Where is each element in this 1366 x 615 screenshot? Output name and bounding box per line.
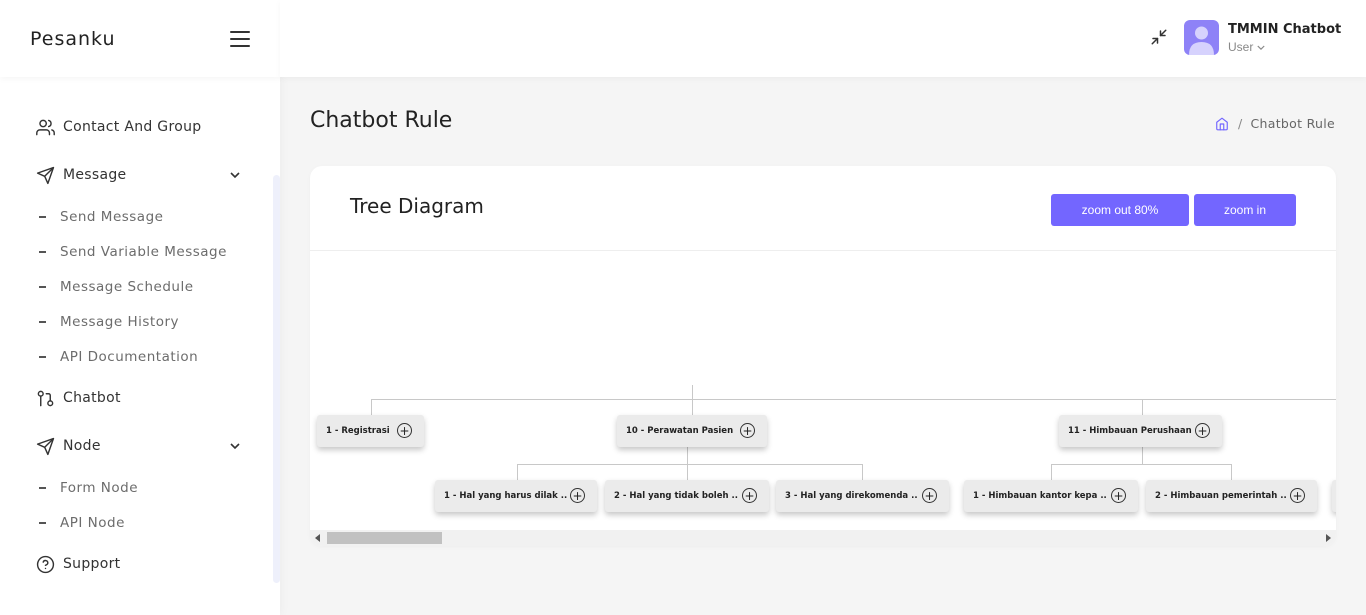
tree-node[interactable]: 10 - Perawatan Pasien + (617, 415, 767, 447)
home-icon[interactable] (1215, 117, 1229, 131)
tree-connector (1142, 446, 1143, 464)
expand-plus-icon[interactable]: + (742, 488, 757, 503)
tree-connector (687, 446, 688, 464)
zoom-out-button[interactable]: zoom out 80% (1051, 194, 1189, 226)
tree-connector (517, 464, 518, 480)
zoom-in-button[interactable]: zoom in (1194, 194, 1296, 226)
tree-node[interactable]: 2 - Himbauan pemerintah .. + (1146, 480, 1317, 512)
sidebar-subitem-send-variable-message[interactable]: Send Variable Message (0, 234, 280, 269)
sidebar-item-node[interactable]: Node (0, 422, 280, 470)
sidebar-item-message[interactable]: Message (0, 151, 280, 199)
horizontal-scrollbar[interactable] (310, 530, 1336, 546)
expand-plus-icon[interactable]: + (570, 488, 585, 503)
send-icon (35, 436, 55, 456)
tree-connector (692, 399, 693, 415)
chevron-down-icon (230, 443, 240, 450)
users-icon (35, 117, 55, 137)
sidebar-item-support[interactable]: Support (0, 540, 280, 588)
avatar[interactable] (1184, 20, 1219, 55)
sidebar-subitem-api-node[interactable]: API Node (0, 505, 280, 540)
expand-plus-icon[interactable]: + (922, 488, 937, 503)
tree-connector (862, 464, 863, 480)
breadcrumb: / Chatbot Rule (1215, 116, 1335, 131)
git-pull-request-icon (35, 388, 55, 408)
tree-node[interactable]: 1 - Himbauan kantor kepa .. + (964, 480, 1138, 512)
sidebar-subitem-api-documentation[interactable]: API Documentation (0, 339, 280, 374)
sidebar-item-label: Support (63, 556, 121, 572)
chevron-down-icon (1257, 45, 1265, 51)
tree-connector (1051, 464, 1231, 465)
expand-plus-icon[interactable]: + (1195, 423, 1210, 438)
sidebar-item-label: Message (63, 167, 127, 183)
user-role-dropdown[interactable]: User (1228, 40, 1265, 54)
tree-connector (517, 464, 862, 465)
expand-plus-icon[interactable]: + (1290, 488, 1305, 503)
tree-node[interactable]: 11 - Himbauan Perushaan + (1059, 415, 1222, 447)
tree-connector (687, 464, 688, 480)
chevron-down-icon (230, 172, 240, 179)
tree-node[interactable] (1332, 480, 1336, 512)
send-icon (35, 165, 55, 185)
help-circle-icon (35, 554, 55, 574)
sidebar-item-label: Node (63, 438, 101, 454)
page-title: Chatbot Rule (310, 108, 453, 133)
sidebar-item-contact-and-group[interactable]: Contact And Group (0, 103, 280, 151)
tree-node[interactable]: 1 - Registrasi + (317, 415, 424, 447)
top-header: TMMIN Chatbot User (280, 0, 1366, 77)
card-title: Tree Diagram (350, 194, 484, 218)
breadcrumb-current: Chatbot Rule (1250, 116, 1335, 131)
tree-node[interactable]: 2 - Hal yang tidak boleh .. + (605, 480, 769, 512)
sidebar-item-label: Contact And Group (63, 119, 202, 135)
tree-node[interactable]: 1 - Hal yang harus dilak .. + (435, 480, 597, 512)
expand-plus-icon[interactable]: + (397, 423, 412, 438)
tree-node[interactable]: 3 - Hal yang direkomenda .. + (776, 480, 949, 512)
expand-plus-icon[interactable]: + (1111, 488, 1126, 503)
scroll-right-arrow-icon[interactable] (1326, 534, 1331, 542)
tree-connector (692, 385, 693, 399)
tree-diagram-card: Tree Diagram zoom out 80% zoom in 1 - Re… (310, 166, 1336, 546)
sidebar-subitem-message-schedule[interactable]: Message Schedule (0, 269, 280, 304)
sidebar-item-label: Chatbot (63, 390, 121, 406)
tree-connector (371, 399, 1336, 400)
sidebar-nav: Contact And Group Message Send Message S… (0, 77, 280, 588)
tree-diagram: 1 - Registrasi + 10 - Perawatan Pasien +… (310, 252, 1336, 530)
expand-plus-icon[interactable]: + (740, 423, 755, 438)
sidebar-scrollbar[interactable] (273, 175, 280, 583)
brand-logo: Pesanku (30, 27, 116, 50)
sidebar-subitem-send-message[interactable]: Send Message (0, 199, 280, 234)
sidebar-subitem-message-history[interactable]: Message History (0, 304, 280, 339)
brand-bar: Pesanku (0, 0, 280, 77)
menu-toggle-icon[interactable] (230, 30, 250, 47)
sidebar-subitem-form-node[interactable]: Form Node (0, 470, 280, 505)
scrollbar-thumb[interactable] (327, 532, 442, 544)
tree-connector (1231, 464, 1232, 480)
card-header: Tree Diagram zoom out 80% zoom in (310, 166, 1336, 251)
tree-connector (371, 399, 372, 415)
breadcrumb-separator: / (1238, 116, 1243, 131)
tree-connector (1051, 464, 1052, 480)
sidebar-item-chatbot[interactable]: Chatbot (0, 374, 280, 422)
minimize-icon[interactable] (1150, 28, 1168, 46)
tree-connector (1142, 399, 1143, 415)
scroll-left-arrow-icon[interactable] (315, 534, 320, 542)
user-name: TMMIN Chatbot (1228, 22, 1342, 37)
sidebar: Pesanku Contact And Group Message Send M… (0, 0, 280, 615)
